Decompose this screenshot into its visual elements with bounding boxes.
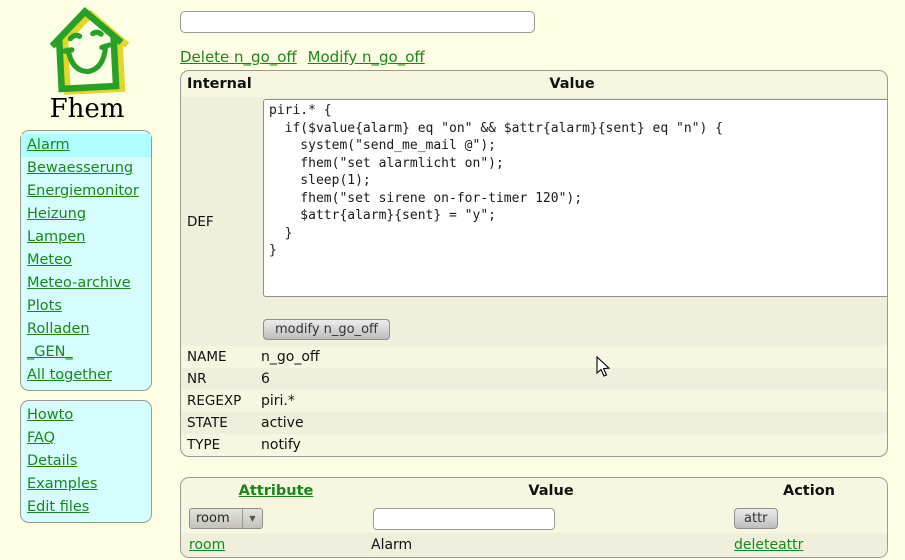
sidebar-item-rolladen[interactable]: Rolladen <box>21 318 151 341</box>
attributes-header-action: Action <box>731 483 887 499</box>
table-row: TYPE notify <box>181 434 887 456</box>
sidebar-item-meteo-archive[interactable]: Meteo-archive <box>21 272 151 295</box>
attribute-room-value: Alarm <box>371 537 731 553</box>
sidebar-item-plots[interactable]: Plots <box>21 295 151 318</box>
logo-title: Fhem <box>20 94 154 124</box>
left-column: Fhem Alarm Bewaesserung Energiemonitor H… <box>20 4 154 532</box>
chevron-down-icon: ▼ <box>242 509 262 528</box>
table-row: NAME n_go_off <box>181 346 887 368</box>
internal-state-label: STATE <box>181 415 257 431</box>
modify-device-link[interactable]: Modify n_go_off <box>308 48 425 66</box>
sidebar-item-faq[interactable]: FAQ <box>21 427 151 450</box>
main-content: Delete n_go_off Modify n_go_off Internal… <box>180 0 890 558</box>
delete-device-link[interactable]: Delete n_go_off <box>180 48 297 66</box>
internal-type-value: notify <box>257 437 887 453</box>
attr-button[interactable]: attr <box>734 508 778 529</box>
device-actions: Delete n_go_off Modify n_go_off <box>180 48 890 66</box>
sidebar-item-edit-files[interactable]: Edit files <box>21 496 151 519</box>
internals-header-internal: Internal <box>181 76 257 92</box>
internals-header-row: Internal Value <box>181 71 887 97</box>
def-code-textarea[interactable]: piri.* { if($value{alarm} eq "on" && $at… <box>263 99 888 297</box>
table-row: REGEXP piri.* <box>181 390 887 412</box>
sidebar-item-lampen[interactable]: Lampen <box>21 226 151 249</box>
internal-name-label: NAME <box>181 349 257 365</box>
internal-nr-value: 6 <box>257 371 887 387</box>
internal-nr-label: NR <box>181 371 257 387</box>
command-input[interactable] <box>180 11 535 33</box>
attribute-room-link[interactable]: room <box>189 537 225 553</box>
attributes-header-row: Attribute Value Action <box>181 478 887 504</box>
sidebar-item-gen[interactable]: _GEN_ <box>21 341 151 364</box>
internal-state-value: active <box>257 415 887 431</box>
internal-type-label: TYPE <box>181 437 257 453</box>
sidebar-item-bewaesserung[interactable]: Bewaesserung <box>21 157 151 180</box>
sidebar-item-all-together[interactable]: All together <box>21 364 151 387</box>
modify-device-button[interactable]: modify n_go_off <box>263 319 390 340</box>
internal-name-value: n_go_off <box>257 349 887 365</box>
sidebar-item-examples[interactable]: Examples <box>21 473 151 496</box>
attribute-controls-row: room ▼ attr <box>181 504 887 533</box>
internal-regexp-label: REGEXP <box>181 393 257 409</box>
sidebar-item-meteo[interactable]: Meteo <box>21 249 151 272</box>
sidebar-item-heizung[interactable]: Heizung <box>21 203 151 226</box>
sidebar-item-howto[interactable]: Howto <box>21 404 151 427</box>
attributes-table: Attribute Value Action room ▼ attr room … <box>180 477 888 558</box>
attribute-sort-link[interactable]: Attribute <box>239 483 314 499</box>
sidebar-item-alarm[interactable]: Alarm <box>21 134 151 157</box>
deleteattr-link[interactable]: deleteattr <box>734 537 803 553</box>
room-menu: Alarm Bewaesserung Energiemonitor Heizun… <box>20 130 152 391</box>
attribute-select-value: room <box>190 509 242 528</box>
attribute-row: room Alarm deleteattr <box>181 533 887 557</box>
sidebar-item-details[interactable]: Details <box>21 450 151 473</box>
table-row: NR 6 <box>181 368 887 390</box>
help-menu: Howto FAQ Details Examples Edit files <box>20 400 152 523</box>
internals-header-value: Value <box>257 76 887 92</box>
attributes-header-value: Value <box>371 483 731 499</box>
fhem-house-icon <box>39 4 135 96</box>
internals-table: Internal Value DEF piri.* { if($value{al… <box>180 70 888 457</box>
sidebar-item-energiemonitor[interactable]: Energiemonitor <box>21 180 151 203</box>
table-row: STATE active <box>181 412 887 434</box>
def-label: DEF <box>181 97 257 346</box>
attribute-value-input[interactable] <box>373 508 555 530</box>
attribute-select[interactable]: room ▼ <box>189 508 263 529</box>
def-row: DEF piri.* { if($value{alarm} eq "on" &&… <box>181 97 887 346</box>
internal-regexp-value: piri.* <box>257 393 887 409</box>
fhem-logo: Fhem <box>20 4 154 124</box>
def-value-cell: piri.* { if($value{alarm} eq "on" && $at… <box>257 97 888 346</box>
